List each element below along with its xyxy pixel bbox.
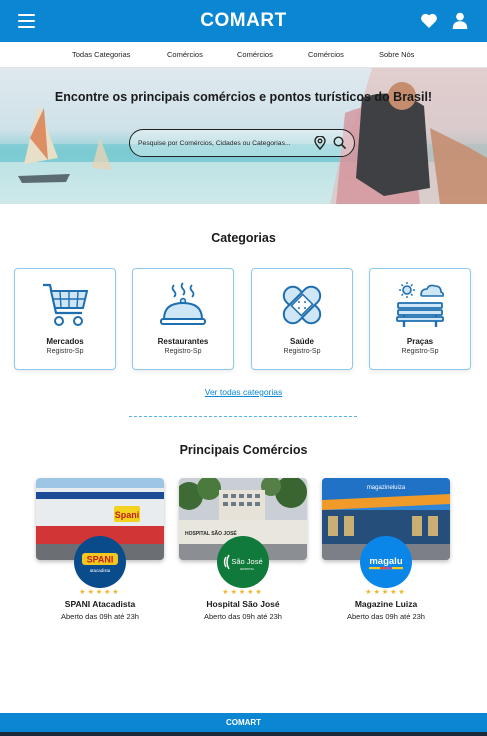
store-card-hospital-sao-jose[interactable]: HOSPITAL SÃO JOSÉ São José HOSPITAL ★★★★… — [179, 478, 307, 628]
stores-title: Principais Comércios — [179, 443, 308, 457]
store-logo-subtext: atacadista — [90, 568, 111, 573]
category-name: Restaurantes — [157, 337, 209, 346]
search-bar — [129, 129, 355, 157]
store-logo: magalu — [360, 536, 412, 588]
store-sign-text: magazineluiza — [367, 485, 406, 491]
store-logo-text: SPANI — [87, 555, 114, 565]
park-bench-icon — [396, 282, 445, 327]
category-location: Registro-Sp — [164, 348, 202, 355]
category-card-pracas[interactable]: Praças Registro-Sp — [369, 268, 471, 370]
food-cloche-icon — [160, 282, 206, 325]
shopping-cart-icon — [43, 283, 89, 326]
category-location: Registro-Sp — [283, 348, 321, 355]
nav-item-comercios-3[interactable]: Comércios — [308, 50, 344, 59]
top-app-bar: COMART — [0, 0, 487, 42]
store-hours: Aberto das 09h até 23h — [204, 612, 282, 621]
store-name: Hospital São José — [206, 599, 280, 609]
store-logo: São José HOSPITAL — [217, 536, 269, 588]
categories-title: Categorias — [211, 231, 276, 245]
hero-title: Encontre os principais comércios e ponto… — [54, 90, 433, 104]
store-hours: Aberto das 09h até 23h — [347, 612, 425, 621]
heart-icon[interactable] — [420, 12, 438, 29]
store-name: Magazine Luiza — [354, 599, 418, 609]
hero-banner: Encontre os principais comércios e ponto… — [0, 68, 487, 204]
category-location: Registro-Sp — [46, 348, 84, 355]
store-sign-text: Spani — [115, 510, 140, 520]
footer: COMART — [0, 713, 487, 732]
rating-stars: ★★★★★ — [365, 589, 407, 596]
nav-item-comercios-2[interactable]: Comércios — [237, 50, 273, 59]
search-icon[interactable] — [333, 136, 346, 149]
category-location: Registro-Sp — [401, 348, 439, 355]
bottom-strip — [0, 732, 487, 736]
store-name: SPANI Atacadista — [64, 599, 136, 609]
category-nav: Todas Categorias Comércios Comércios Com… — [0, 42, 487, 68]
category-name: Praças — [406, 337, 434, 346]
category-name: Saúde — [289, 337, 314, 346]
store-logo-subtext: HOSPITAL — [240, 567, 255, 571]
store-logo: SPANI atacadista — [74, 536, 126, 588]
store-card-spani[interactable]: Spani SPANI atacadista ★★★★★ SPANI Ataca… — [36, 478, 164, 628]
nav-item-comercios-1[interactable]: Comércios — [167, 50, 203, 59]
category-card-mercados[interactable]: Mercados Registro-Sp — [14, 268, 116, 370]
store-logo-text: magalu — [369, 556, 402, 567]
store-sign-text: HOSPITAL SÃO JOSÉ — [185, 529, 237, 537]
search-input[interactable] — [138, 135, 308, 151]
bandage-icon — [282, 285, 322, 325]
store-hours: Aberto das 09h até 23h — [61, 612, 139, 621]
brand-logo[interactable]: COMART — [200, 10, 286, 31]
category-name: Mercados — [46, 337, 84, 346]
rating-stars: ★★★★★ — [222, 589, 264, 596]
user-icon[interactable] — [452, 12, 468, 29]
category-card-saude[interactable]: Saúde Registro-Sp — [251, 268, 353, 370]
see-all-categories-link[interactable]: Ver todas categorias — [0, 387, 487, 397]
nav-item-sobre-nos[interactable]: Sobre Nós — [379, 50, 414, 59]
store-card-magazine-luiza[interactable]: magazineluiza magalu ★★★★★ Magazine Luiz… — [322, 478, 450, 628]
category-card-restaurantes[interactable]: Restaurantes Registro-Sp — [132, 268, 234, 370]
location-pin-icon[interactable] — [314, 136, 326, 150]
nav-item-todas-categorias[interactable]: Todas Categorias — [72, 50, 130, 59]
section-divider — [129, 416, 357, 417]
store-logo-text: São José — [231, 557, 262, 566]
rating-stars: ★★★★★ — [79, 589, 121, 596]
